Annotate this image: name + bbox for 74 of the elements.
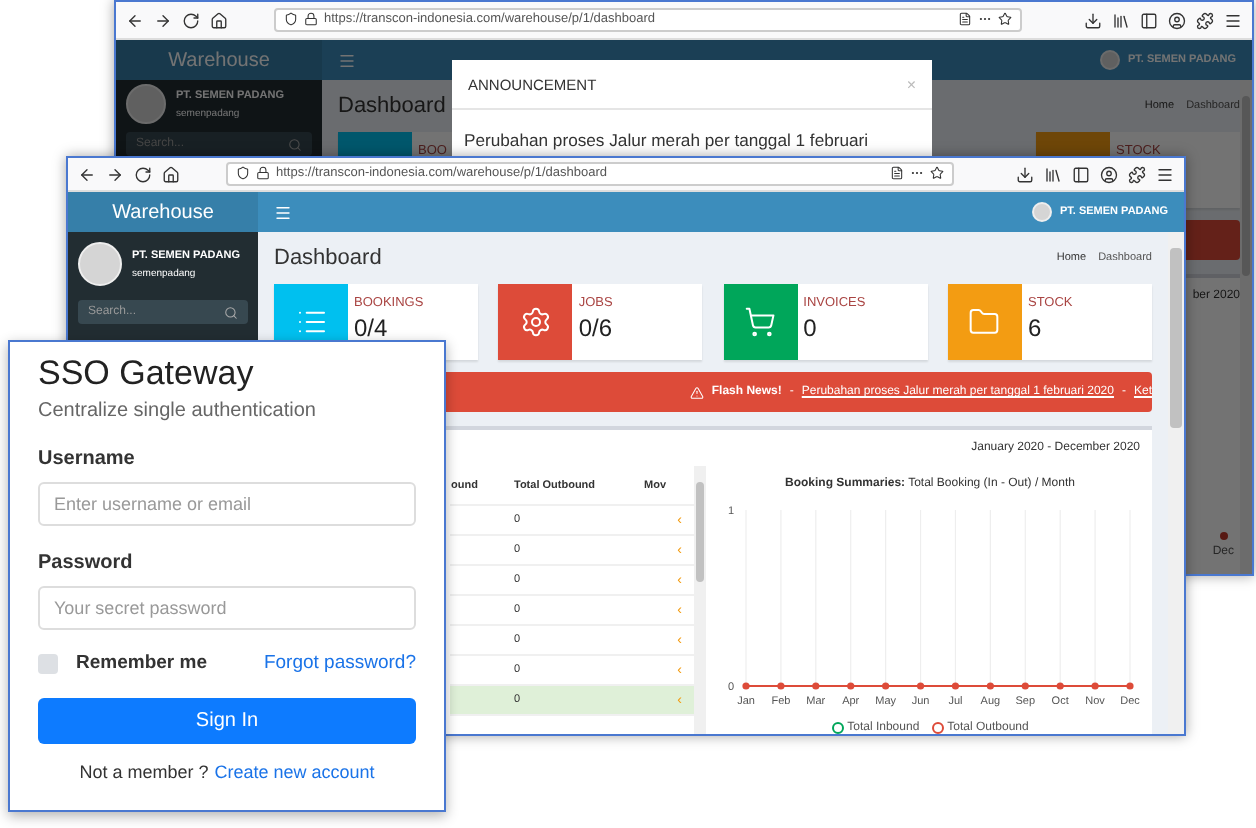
- avatar-icon: [1100, 50, 1120, 70]
- back-icon[interactable]: [126, 11, 144, 29]
- reader-icon[interactable]: [890, 166, 904, 181]
- warning-icon: [689, 385, 704, 399]
- home-icon[interactable]: [162, 165, 180, 183]
- puzzle-icon[interactable]: [1196, 11, 1214, 29]
- menu-icon[interactable]: [1224, 11, 1242, 29]
- card-value: 0/6: [578, 314, 613, 342]
- reader-icon[interactable]: [958, 12, 972, 27]
- card-value: 0: [803, 314, 819, 342]
- chart-point: [1126, 682, 1134, 690]
- lock-icon: [256, 166, 270, 181]
- chart-point: [1091, 682, 1099, 690]
- card-value: 0/4: [354, 314, 390, 342]
- field-label: Password: [38, 552, 135, 574]
- account-icon[interactable]: [1168, 11, 1186, 29]
- chart-point: [1021, 682, 1029, 690]
- sidebar-icon[interactable]: [1072, 165, 1090, 183]
- chart-point: [986, 682, 994, 690]
- card-value: 6: [1027, 314, 1044, 342]
- create-account-link[interactable]: Create new account: [214, 762, 375, 782]
- chart-point: [916, 682, 925, 690]
- brand-title: Warehouse: [116, 40, 322, 80]
- announcement-text: Perubahan proses Jalur merah per tanggal 1 februari: [462, 128, 871, 154]
- chart-point: [1219, 532, 1228, 540]
- signup-prompt: Not a member ?: [79, 762, 209, 782]
- library-icon[interactable]: [1112, 11, 1130, 29]
- forward-icon[interactable]: [154, 11, 172, 29]
- forgot-password-link[interactable]: Forgot password?: [263, 652, 416, 674]
- avatar-icon: [1032, 202, 1052, 222]
- avatar-icon: [126, 84, 166, 124]
- reload-icon[interactable]: [134, 165, 152, 183]
- menu-icon[interactable]: [1156, 165, 1174, 183]
- login-subtitle: Centralize single authentication: [38, 400, 318, 422]
- sidebar-icon[interactable]: [1140, 11, 1158, 29]
- brand-title: Warehouse: [68, 192, 258, 232]
- shield-icon: [284, 12, 298, 27]
- chart-point: [777, 682, 785, 690]
- page-title: Dashboard: [274, 245, 382, 269]
- forward-icon[interactable]: [106, 165, 124, 183]
- chart-point: [951, 682, 960, 690]
- gear-icon: [519, 306, 552, 338]
- shield-icon: [236, 166, 250, 181]
- chart-point: [847, 682, 855, 690]
- star-icon[interactable]: [930, 166, 944, 181]
- chart-point: [812, 682, 820, 690]
- scrollbar[interactable]: [1168, 232, 1184, 734]
- download-icon[interactable]: [1084, 11, 1102, 29]
- home-icon[interactable]: [210, 11, 228, 29]
- scrollbar[interactable]: [1240, 80, 1252, 574]
- chart-point: [742, 682, 750, 690]
- account-icon[interactable]: [1100, 165, 1118, 183]
- login-title: SSO Gateway: [38, 354, 256, 394]
- search-icon[interactable]: [224, 305, 238, 319]
- avatar-icon: [78, 242, 122, 286]
- sign-in-button[interactable]: Sign In: [38, 698, 416, 744]
- password-field[interactable]: Your secret password: [38, 586, 416, 630]
- library-icon[interactable]: [1044, 165, 1062, 183]
- lock-icon: [304, 12, 318, 27]
- remember-checkbox[interactable]: [38, 653, 58, 673]
- download-icon[interactable]: [1016, 165, 1034, 183]
- back-icon[interactable]: [78, 165, 96, 183]
- star-icon[interactable]: [998, 12, 1012, 27]
- field-label: Username: [38, 448, 137, 470]
- chart-point: [1056, 682, 1064, 690]
- folder-icon: [968, 306, 1001, 338]
- reload-icon[interactable]: [182, 11, 200, 29]
- remember-label: Remember me: [76, 652, 207, 674]
- page-title: Dashboard: [338, 93, 446, 117]
- puzzle-icon[interactable]: [1128, 165, 1146, 183]
- scrollbar[interactable]: [694, 466, 706, 734]
- username-field[interactable]: Enter username or email: [38, 482, 416, 526]
- chart-point: [882, 682, 890, 690]
- cart-icon: [744, 306, 777, 338]
